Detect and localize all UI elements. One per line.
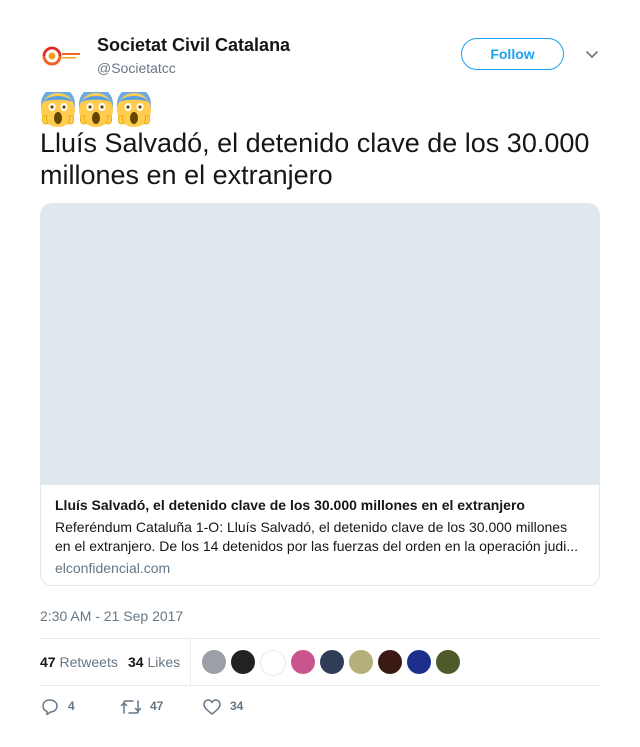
liker-avatar-4[interactable] [291, 650, 315, 674]
face-screaming-in-fear-icon [116, 87, 152, 128]
card-description: Referéndum Cataluña 1-O: Lluís Salvadó, … [55, 519, 578, 554]
liker-avatar-7[interactable] [378, 650, 402, 674]
retweets-stat[interactable]: 47 Retweets [40, 653, 118, 671]
liker-avatar-2[interactable] [231, 650, 255, 674]
liker-avatar-1[interactable] [202, 650, 226, 674]
emoji-row [40, 87, 154, 130]
card-domain: elconfidencial.com [55, 560, 171, 576]
scc-logo-icon [42, 46, 80, 66]
tweet-header: Societat Civil Catalana @Societatcc Foll… [40, 34, 600, 78]
retweet-icon [120, 700, 142, 714]
author-avatar[interactable] [40, 34, 84, 78]
tweet: Societat Civil Catalana @Societatcc Foll… [0, 0, 640, 747]
like-button[interactable]: 34 [202, 696, 262, 718]
stats-divider [190, 639, 191, 685]
retweet-count: 47 [150, 699, 164, 713]
tweet-text: Lluís Salvadó, el detenido clave de los … [40, 128, 590, 190]
tweet-timestamp[interactable]: 2:30 AM - 21 Sep 2017 [40, 607, 183, 625]
tweet-actions: 4 47 34 [40, 696, 600, 718]
face-screaming-in-fear-icon [40, 87, 76, 128]
reply-button[interactable]: 4 [40, 696, 90, 718]
liker-avatar-9[interactable] [436, 650, 460, 674]
likes-label: Likes [147, 654, 181, 670]
retweets-count: 47 [40, 654, 56, 670]
tweet-stats: 47 Retweets 34 Likes [40, 638, 600, 686]
liker-avatar-3[interactable] [260, 650, 286, 676]
likes-count: 34 [128, 654, 144, 670]
link-card[interactable]: Lluís Salvadó, el detenido clave de los … [40, 203, 600, 586]
author-display-name[interactable]: Societat Civil Catalana [97, 34, 290, 56]
likes-stat[interactable]: 34 Likes [128, 653, 180, 671]
reply-icon [42, 699, 58, 716]
liker-avatars [202, 650, 465, 676]
liker-avatar-5[interactable] [320, 650, 344, 674]
liker-avatar-6[interactable] [349, 650, 373, 674]
heart-icon [203, 699, 221, 715]
reply-count: 4 [68, 699, 75, 713]
follow-button[interactable]: Follow [461, 38, 564, 70]
face-screaming-in-fear-icon [78, 87, 114, 128]
retweet-button[interactable]: 47 [120, 696, 180, 718]
like-count: 34 [230, 699, 244, 713]
retweets-label: Retweets [59, 654, 118, 670]
card-title[interactable]: Lluís Salvadó, el detenido clave de los … [55, 496, 585, 514]
liker-avatar-8[interactable] [407, 650, 431, 674]
card-image[interactable] [41, 204, 599, 485]
chevron-down-icon[interactable] [584, 48, 600, 62]
author-handle[interactable]: @Societatcc [97, 59, 176, 77]
